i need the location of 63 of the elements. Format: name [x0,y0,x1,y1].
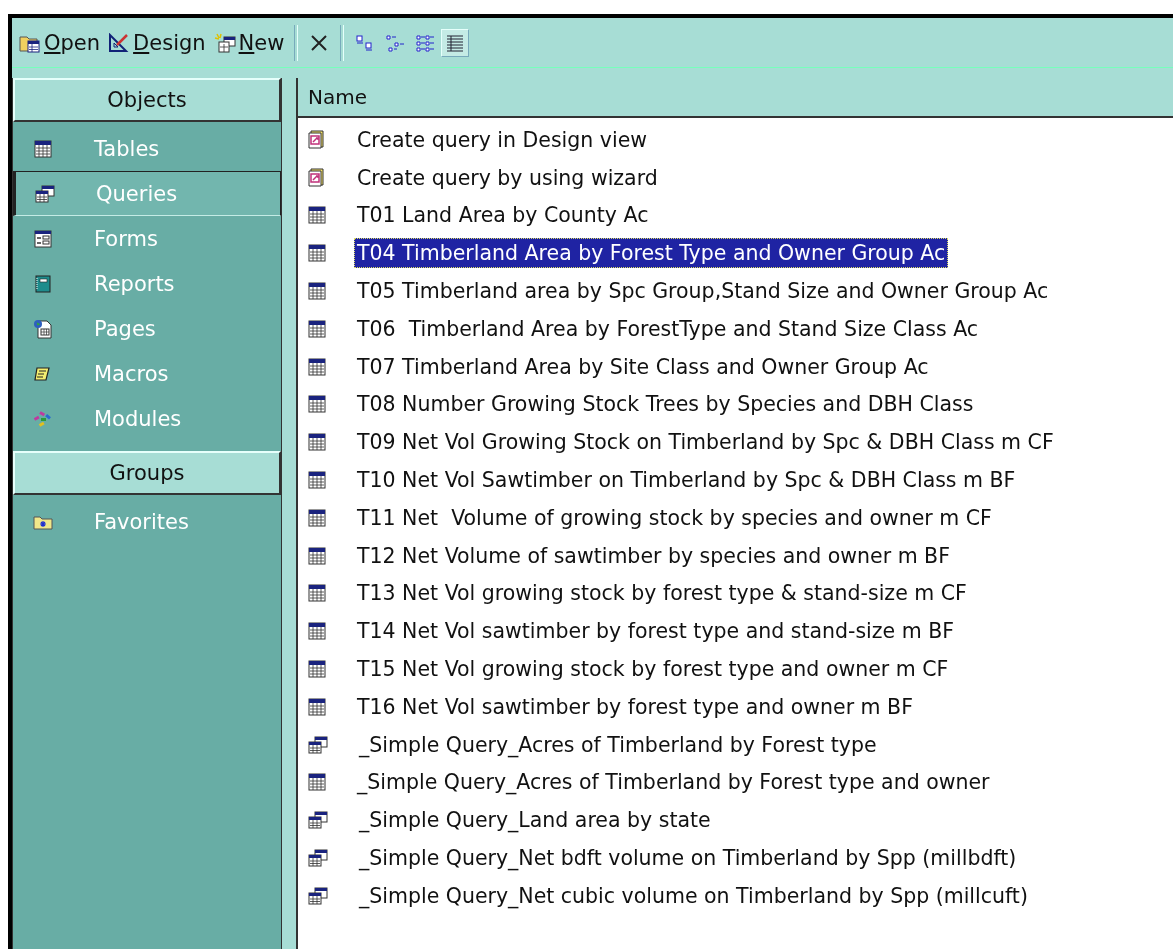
table-icon [308,282,326,301]
list-item[interactable]: T13 Net Vol growing stock by forest type & stand-size m CF [354,578,970,609]
list-item[interactable]: T15 Net Vol growing stock by forest type and owner m CF [354,654,952,685]
list-item[interactable]: T07 Timberland Area by Site Class and Owner Group Ac [354,351,932,382]
folder-icon [33,513,53,530]
list-item[interactable]: T14 Net Vol sawtimber by forest type and stand-size m BF [354,616,958,647]
list-item[interactable]: _Simple Query_Acres of Timberland by Forest type [356,729,880,760]
view-button[interactable] [441,28,470,57]
table-icon [308,773,326,792]
table-icon [34,139,52,158]
list-item[interactable]: Create query in Design view [354,124,651,155]
list-item[interactable]: T10 Net Vol Sawtimber on Timberland by Spc & DBH Class m BF [354,465,1019,496]
table-icon [308,433,326,452]
table-icon [308,319,326,338]
table-icon [308,244,326,263]
query-icon [308,811,328,830]
small-icons-icon [385,32,406,53]
table-icon [308,660,326,679]
list-item[interactable]: T01 Land Area by County Ac [354,200,652,231]
list-item[interactable]: T05 Timberland area by Spc Group,Stand Size and Owner Group Ac [354,276,1052,307]
query-icon [308,849,328,868]
list-item[interactable]: T06 Timberland Area by ForestType and Stand Size Class Ac [354,313,982,344]
query-icon [308,886,328,905]
column-header[interactable]: Name [298,78,1173,118]
modules-icon [33,409,53,428]
table-icon [308,395,326,414]
list-item[interactable]: _Simple Query_Net bdft volume on Timberland by Spp (millbdft) [356,843,1020,874]
list-item[interactable]: T08 Number Growing Stock Trees by Species and DBH Class [354,389,977,420]
form-icon [34,229,52,248]
table-icon [308,697,326,716]
groups-header[interactable]: Groups [13,451,281,495]
new-button[interactable]: New [210,28,288,57]
list-item[interactable]: _Simple Query_Land area by state [356,805,714,836]
table-icon [308,508,326,527]
list-item[interactable]: T12 Net Volume of sawtimber by species and owner m BF [354,540,953,571]
table-icon [308,206,326,225]
list-item[interactable]: T11 Net Volume of growing stock by species and owner m CF [354,502,995,533]
book-icon [34,274,52,293]
objects-header[interactable]: Objects [13,78,281,122]
design-button[interactable]: Design [105,28,209,57]
list-item[interactable]: _Simple Query_Net cubic volume on Timberland by Spp (millcuft) [356,880,1031,911]
query-icon [308,735,328,754]
table-icon [308,584,326,603]
list-item[interactable]: T04 Timberland Area by Forest Type and Owner Group Ac [354,238,949,269]
list-item[interactable]: T16 Net Vol sawtimber by forest type and owner m BF [354,691,916,722]
close-icon [309,32,330,53]
list-icon [415,32,436,53]
list-item[interactable]: Create query by using wizard [354,162,661,193]
list-item[interactable]: T09 Net Vol Growing Stock on Timberland by Spc & DBH Class m CF [354,427,1057,458]
table-icon [308,357,326,376]
new-object-icon [213,32,236,53]
table-icon [308,471,326,490]
details-icon [445,32,466,53]
scroll-icon [34,365,52,382]
wizard-shortcut-icon [308,129,326,150]
triangle-ruler-icon [108,32,131,53]
query-icon [35,184,55,203]
table-icon [308,622,326,641]
table-icon [308,546,326,565]
globe-page-icon [33,318,53,339]
list-item[interactable]: _Simple Query_Acres of Timberland by Forest type and owner [354,767,993,798]
wizard-shortcut-icon [308,167,326,188]
open-button[interactable]: Open [16,28,104,57]
